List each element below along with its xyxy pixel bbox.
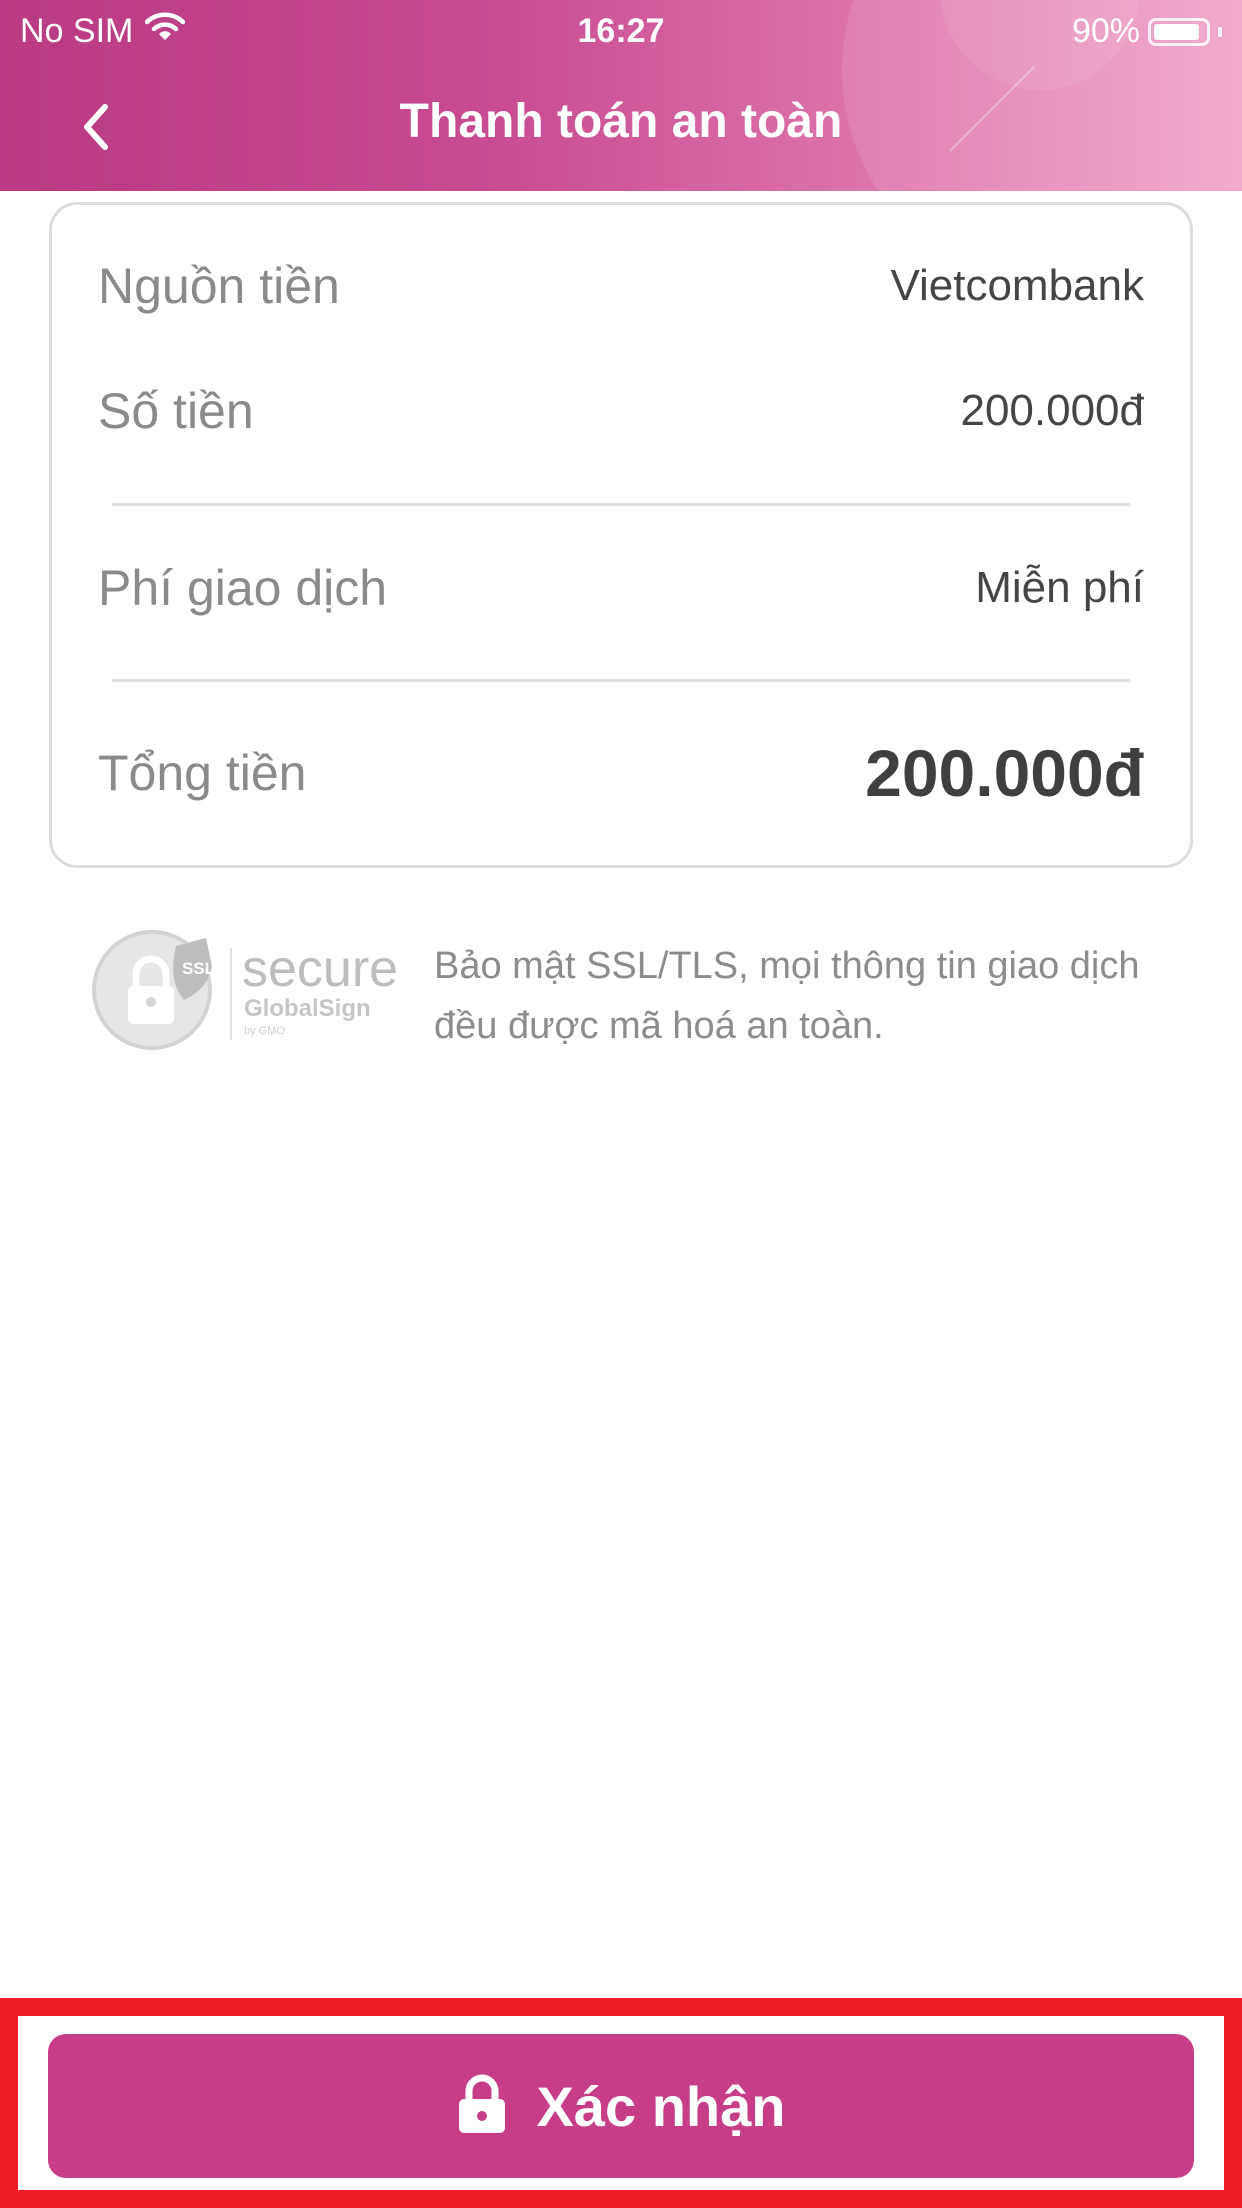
- fee-value: Miễn phí: [975, 563, 1144, 612]
- security-description: Bảo mật SSL/TLS, mọi thông tin giao dịch…: [434, 945, 1140, 1047]
- total-row: Tổng tiền 200.000đ: [98, 735, 1144, 811]
- security-note: SSL secure GlobalSign by GMO Bảo mật SSL…: [88, 928, 1168, 1058]
- status-bar: No SIM 16:27 90%: [0, 0, 1242, 62]
- source-label: Nguồn tiền: [98, 258, 340, 314]
- page-title: Thanh toán an toàn: [399, 95, 843, 148]
- payment-summary-card: Nguồn tiền Vietcombank Số tiền 200.000đ …: [49, 202, 1193, 868]
- total-label: Tổng tiền: [98, 745, 307, 801]
- amount-value: 200.000đ: [960, 386, 1144, 435]
- confirm-button[interactable]: Xác nhận: [48, 2034, 1194, 2178]
- gmo-badge-text: by GMO: [244, 1025, 285, 1037]
- source-value: Vietcombank: [890, 261, 1144, 310]
- nav-bar: Thanh toán an toàn: [0, 80, 1242, 172]
- battery-icon: [1148, 17, 1210, 46]
- globalsign-badge-text: GlobalSign: [244, 995, 371, 1022]
- confirm-label: Xác nhận: [536, 2074, 786, 2138]
- battery-fill: [1154, 23, 1199, 40]
- ssl-badge-text: SSL: [182, 959, 215, 978]
- lock-icon: [457, 2073, 507, 2140]
- source-row: Nguồn tiền Vietcombank: [98, 257, 1144, 315]
- divider: [112, 679, 1130, 682]
- amount-row: Số tiền 200.000đ: [98, 382, 1144, 440]
- fee-label: Phí giao dịch: [98, 560, 388, 616]
- status-time: 16:27: [577, 12, 665, 50]
- divider: [112, 503, 1130, 506]
- battery-percent: 90%: [1071, 12, 1140, 50]
- ssl-secure-badge: SSL secure GlobalSign by GMO: [92, 930, 398, 1050]
- app-header: No SIM 16:27 90% Thanh toán an toàn: [0, 0, 1242, 191]
- secure-badge-text: secure: [242, 940, 398, 998]
- amount-label: Số tiền: [98, 383, 254, 439]
- total-value: 200.000đ: [865, 736, 1144, 810]
- fee-row: Phí giao dịch Miễn phí: [98, 559, 1144, 617]
